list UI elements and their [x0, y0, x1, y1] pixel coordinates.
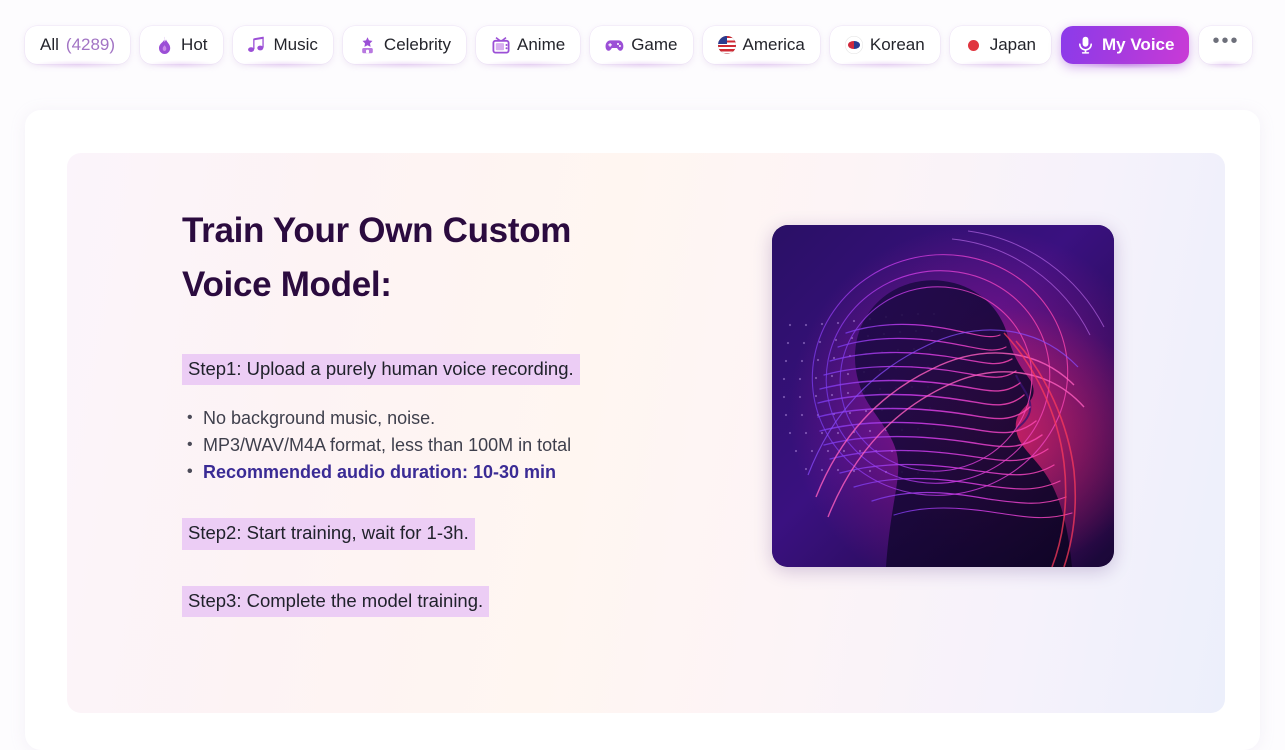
tab-all-count: (4289) — [65, 35, 116, 54]
tab-celebrity-label: Celebrity — [383, 35, 452, 54]
tab-hot-label: Hot — [181, 35, 208, 54]
ai-voice-profile-waveform-illustration — [772, 225, 1114, 567]
tab-more-button[interactable]: ••• — [1199, 26, 1253, 69]
flag-jp-icon — [965, 36, 983, 54]
tab-japan-label: Japan — [989, 35, 1037, 54]
tab-my-voice-label: My Voice — [1102, 35, 1175, 54]
page-title-line1: Train Your Own Custom — [182, 211, 572, 250]
celebrity-icon — [358, 36, 377, 55]
requirements-list: No background music, noise. MP3/WAV/M4A … — [182, 404, 782, 486]
flag-kr-icon — [844, 36, 863, 54]
tab-anime[interactable]: Anime — [476, 26, 581, 69]
step2-text: Step2: Start training, wait for 1-3h. — [182, 518, 475, 550]
category-tab-bar: All (4289) Hot Music Celebrity Anime Game… — [0, 0, 1285, 90]
step1-text: Step1: Upload a purely human voice recor… — [182, 353, 580, 385]
tab-game-label: Game — [631, 35, 678, 54]
list-item: No background music, noise. — [187, 404, 782, 432]
voice-training-hero-panel: Train Your Own Custom Voice Model: Step1… — [67, 153, 1225, 713]
page-title: Train Your Own Custom Voice Model: — [182, 204, 652, 313]
tab-japan[interactable]: Japan — [949, 26, 1052, 69]
tab-my-voice[interactable]: My Voice — [1061, 26, 1190, 69]
tab-korean-label: Korean — [869, 35, 925, 54]
tab-america[interactable]: America — [702, 26, 820, 69]
flag-us-icon — [717, 36, 736, 54]
microphone-icon — [1076, 36, 1095, 55]
gamepad-icon — [605, 36, 624, 55]
flame-icon — [155, 36, 174, 55]
list-item: Recommended audio duration: 10-30 min — [187, 458, 782, 486]
tab-celebrity[interactable]: Celebrity — [342, 26, 467, 69]
tab-music-label: Music — [273, 35, 318, 54]
tab-hot[interactable]: Hot — [140, 26, 223, 69]
list-item: MP3/WAV/M4A format, less than 100M in to… — [187, 431, 782, 459]
tab-all-label: All — [40, 35, 59, 54]
tab-game[interactable]: Game — [590, 26, 693, 69]
step3-text: Step3: Complete the model training. — [182, 585, 490, 617]
music-note-icon — [248, 36, 267, 55]
tab-america-label: America — [742, 35, 805, 54]
tab-all[interactable]: All (4289) — [25, 26, 131, 69]
tab-music[interactable]: Music — [232, 26, 333, 69]
page-title-line2: Voice Model: — [182, 265, 392, 305]
tab-anime-label: Anime — [517, 35, 566, 54]
tab-korean[interactable]: Korean — [829, 26, 940, 69]
tv-icon — [491, 36, 510, 55]
hero-text-column: Train Your Own Custom Voice Model: Step1… — [182, 204, 782, 617]
